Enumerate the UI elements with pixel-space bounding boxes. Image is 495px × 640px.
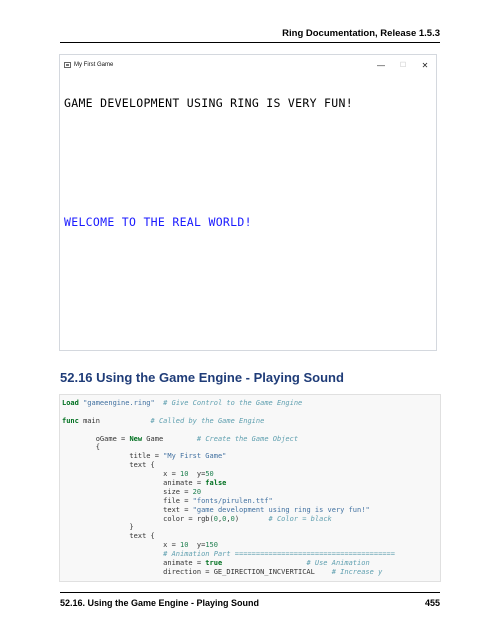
code-token: 50 bbox=[205, 470, 214, 479]
close-icon[interactable]: ✕ bbox=[414, 55, 436, 75]
code-token: 20 bbox=[192, 487, 202, 496]
game-window-screenshot: My First Game — ☐ ✕ game development usi… bbox=[59, 54, 437, 351]
code-token: y= bbox=[188, 541, 206, 550]
code-token: # Use Animation bbox=[306, 559, 370, 568]
code-token: title = bbox=[62, 452, 164, 461]
code-token: text { bbox=[62, 461, 155, 470]
code-token: # Called by the Game Engine bbox=[150, 416, 265, 425]
code-line: animate = true # Use Animation bbox=[62, 559, 438, 568]
window-title: My First Game bbox=[74, 62, 114, 68]
code-line: text { bbox=[62, 532, 438, 541]
code-line: # Animation Part =======================… bbox=[62, 550, 438, 559]
code-token: func bbox=[62, 416, 79, 425]
section-heading: 52.16 Using the Game Engine - Playing So… bbox=[60, 370, 344, 385]
code-block: Load "gameengine.ring" # Give Control to… bbox=[59, 394, 441, 582]
code-line: func main # Called by the Game Engine bbox=[62, 417, 438, 426]
app-window-icon bbox=[64, 62, 71, 68]
code-line: file = "fonts/pirulen.ttf" bbox=[62, 497, 438, 506]
footer-rule bbox=[60, 592, 440, 593]
code-token: x = bbox=[62, 470, 181, 479]
code-token: "fonts/pirulen.ttf" bbox=[192, 496, 273, 505]
code-token: "My First Game" bbox=[163, 452, 227, 461]
code-token: Game bbox=[142, 434, 197, 443]
code-line: Load "gameengine.ring" # Give Control to… bbox=[62, 399, 438, 408]
window-controls: — ☐ ✕ bbox=[370, 55, 436, 75]
game-text-2: Welcome to the Real World! bbox=[64, 215, 252, 229]
code-line: size = 20 bbox=[62, 488, 438, 497]
code-line: color = rgb(0,0,0) # Color = black bbox=[62, 515, 438, 524]
code-token: file = bbox=[62, 496, 193, 505]
window-titlebar: My First Game — ☐ ✕ bbox=[60, 55, 436, 75]
code-token: false bbox=[205, 479, 227, 488]
code-token: # Color = black bbox=[268, 514, 332, 523]
code-line: animate = false bbox=[62, 479, 438, 488]
code-token: y= bbox=[188, 470, 206, 479]
code-line: oGame = New Game # Create the Game Objec… bbox=[62, 435, 438, 444]
code-token: oGame = bbox=[62, 434, 130, 443]
code-line: title = "My First Game" bbox=[62, 452, 438, 461]
code-line: } bbox=[62, 523, 438, 532]
running-header: Ring Documentation, Release 1.5.3 bbox=[282, 28, 440, 39]
code-token: animate = bbox=[62, 559, 206, 568]
code-token: text { bbox=[62, 532, 155, 541]
code-token: size = bbox=[62, 487, 193, 496]
code-token: animate = bbox=[62, 479, 206, 488]
code-token: direction = GE_DIRECTION_INCVERTICAL bbox=[62, 567, 332, 576]
code-line: x = 10 y=150 bbox=[62, 541, 438, 550]
header-rule bbox=[60, 42, 440, 43]
game-canvas: game development using ring is very fun!… bbox=[60, 75, 436, 351]
code-token: color = rgb( bbox=[62, 514, 214, 523]
code-token: } bbox=[62, 523, 134, 532]
code-line: text { bbox=[62, 461, 438, 470]
code-token: # Create the Game Object bbox=[196, 434, 299, 443]
code-token: true bbox=[205, 559, 223, 568]
maximize-icon[interactable]: ☐ bbox=[392, 55, 414, 75]
game-text-1: game development using ring is very fun! bbox=[64, 96, 353, 110]
code-token: # Animation Part =======================… bbox=[163, 550, 395, 559]
code-token: Load bbox=[62, 399, 79, 407]
code-line: x = 10 y=50 bbox=[62, 470, 438, 479]
code-token: main bbox=[78, 416, 151, 425]
code-token: { bbox=[62, 443, 100, 452]
minimize-icon[interactable]: — bbox=[370, 55, 392, 75]
code-token: "gameengine.ring" bbox=[83, 399, 155, 407]
code-token: x = bbox=[62, 541, 181, 550]
code-token: New bbox=[129, 434, 143, 443]
code-token: text = bbox=[62, 505, 193, 514]
code-token: # Increase y bbox=[331, 567, 383, 576]
code-token: ) bbox=[234, 514, 269, 523]
page-number: 455 bbox=[424, 598, 440, 608]
code-line: text = "game development using ring is v… bbox=[62, 506, 438, 515]
code-token: 150 bbox=[205, 541, 218, 550]
code-token: # Give Control to the Game Engine bbox=[163, 399, 303, 407]
code-line: { bbox=[62, 443, 438, 452]
footer-section-title: 52.16. Using the Game Engine - Playing S… bbox=[60, 598, 260, 608]
code-token: "game development using ring is very fun… bbox=[192, 505, 370, 514]
code-line: direction = GE_DIRECTION_INCVERTICAL # I… bbox=[62, 568, 438, 577]
